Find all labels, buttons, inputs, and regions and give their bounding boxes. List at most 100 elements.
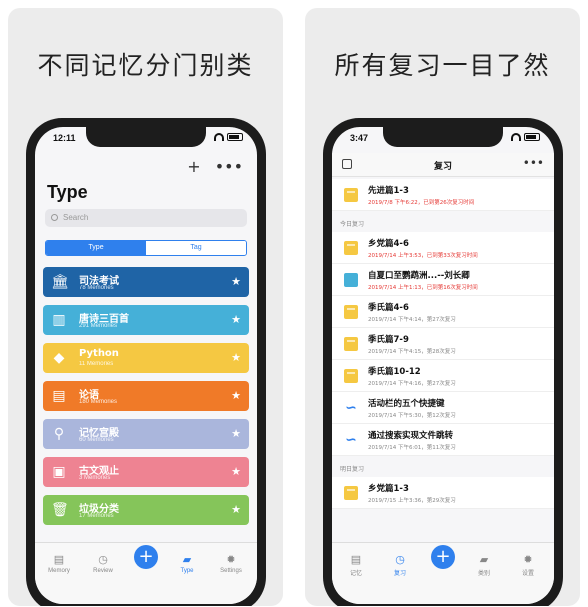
- wifi-icon: [511, 133, 521, 141]
- segmented-control: Type Tag: [45, 240, 247, 256]
- type-card[interactable]: 🏛 司法考试 78 Memories ★: [43, 267, 249, 297]
- item-title: 季氏篇10-12: [368, 367, 421, 377]
- memory-icon: ▤: [53, 554, 65, 566]
- add-button[interactable]: +: [431, 545, 455, 569]
- clock-icon: ◷: [395, 554, 405, 566]
- item-title: 通过搜索实现文件跳转: [368, 431, 454, 441]
- trash-icon: 🗑: [51, 502, 69, 518]
- right-headline: 所有复习一目了然: [334, 51, 551, 80]
- review-item[interactable]: 季氏篇7-9 2019/7/14 下午4:15，第28次复习: [332, 328, 554, 360]
- item-subtitle: 2019/7/15 上午3:36，第29次复习: [368, 498, 456, 504]
- star-icon[interactable]: ★: [231, 313, 241, 326]
- gear-icon: ✹: [523, 554, 533, 566]
- card-subtitle: 291 Memories: [79, 323, 118, 329]
- section-today: 今日复习: [340, 221, 365, 228]
- item-title: 活动栏的五个快捷键: [368, 399, 445, 409]
- page-title: Type: [47, 182, 88, 202]
- type-card[interactable]: ▣ 古文观止 3 Memories ★: [43, 457, 249, 487]
- link-icon: ∽: [345, 432, 357, 448]
- bank-icon: 🏛: [51, 274, 69, 290]
- review-item[interactable]: ∽ 活动栏的五个快捷键 2019/7/14 下午5:30，第12次复习: [332, 392, 554, 424]
- item-subtitle: 2019/7/14 下午6:01，第11次复习: [368, 445, 456, 451]
- folder-icon: [344, 241, 358, 255]
- card-subtitle: 3 Memories: [79, 475, 111, 481]
- star-icon[interactable]: ★: [231, 351, 241, 364]
- item-title: 季氏篇4-6: [368, 303, 409, 313]
- review-title: 复习: [433, 162, 452, 172]
- notch: [383, 127, 503, 147]
- star-icon[interactable]: ★: [231, 427, 241, 440]
- python-icon: ◆: [53, 350, 65, 366]
- more-icon[interactable]: •••: [215, 157, 243, 176]
- review-item[interactable]: 季氏篇10-12 2019/7/14 下午4:16，第27次复习: [332, 360, 554, 392]
- star-icon[interactable]: ★: [231, 275, 241, 288]
- folder-icon: ▰: [182, 554, 192, 566]
- folder-icon: ▰: [479, 554, 489, 566]
- book-icon: [344, 273, 358, 287]
- folder-icon: [344, 486, 358, 500]
- tab-review[interactable]: ◷ 复习: [378, 553, 422, 577]
- star-icon[interactable]: ★: [231, 503, 241, 516]
- type-card[interactable]: ▥ 唐诗三百首 291 Memories ★: [43, 305, 249, 335]
- segment-type[interactable]: Type: [46, 241, 146, 255]
- review-item[interactable]: 自夏口至鹦鹉洲...--刘长卿 2019/7/14 上午1:13，已到第16次复习…: [332, 264, 554, 296]
- item-subtitle: 2019/7/14 下午4:14，第27次复习: [368, 317, 456, 323]
- review-item[interactable]: 乡党篇1-3 2019/7/15 上午3:36，第29次复习: [332, 477, 554, 509]
- review-header: 复习 •••: [332, 153, 554, 177]
- card-subtitle: 17 Memories: [79, 513, 114, 519]
- image-icon: ▣: [52, 464, 66, 480]
- item-subtitle: 2019/7/14 上午1:13，已到第16次复习时间: [368, 285, 478, 291]
- tab-type[interactable]: ▰ Type: [165, 553, 209, 574]
- type-card-list: 🏛 司法考试 78 Memories ★ ▥ 唐诗三百首 291 Memories ★ ◆ Pyt…: [43, 267, 249, 533]
- status-time: 12:11: [53, 133, 76, 143]
- search-icon: [51, 214, 58, 221]
- card-subtitle: 180 Memories: [79, 399, 118, 405]
- add-button[interactable]: +: [134, 545, 158, 569]
- folder-icon: [344, 337, 358, 351]
- search-input[interactable]: Search: [45, 209, 247, 227]
- link-icon: ∽: [345, 400, 357, 416]
- review-item[interactable]: 先进篇1-3 2019/7/8 下午6:22，已到第26次复习时间: [332, 179, 554, 211]
- left-screen: 12:11 + ••• Type Search Type Tag 🏛 司法考试 78…: [35, 127, 257, 604]
- tab-type[interactable]: ▰ 类别: [462, 553, 506, 577]
- review-item[interactable]: 乡党篇4-6 2019/7/14 上午3:53，已到第33次复习时间: [332, 232, 554, 264]
- review-item[interactable]: 季氏篇4-6 2019/7/14 下午4:14，第27次复习: [332, 296, 554, 328]
- tab-bar: + ▤ Memory ◷ Review ▰ Type ✹ Settings: [35, 542, 257, 604]
- type-card[interactable]: ◆ Python 11 Memories ★: [43, 343, 249, 373]
- tab-review[interactable]: ◷ Review: [81, 553, 125, 574]
- left-phone: 12:11 + ••• Type Search Type Tag 🏛 司法考试 78…: [26, 118, 266, 606]
- review-list: 先进篇1-3 2019/7/8 下午6:22，已到第26次复习时间 今日复习 乡…: [332, 179, 554, 509]
- tablet-icon: ▤: [52, 388, 66, 404]
- type-card[interactable]: ▤ 论语 180 Memories ★: [43, 381, 249, 411]
- tab-memory[interactable]: ▤ 记忆: [334, 553, 378, 577]
- star-icon[interactable]: ★: [231, 465, 241, 478]
- type-card[interactable]: 🗑 垃圾分类 17 Memories ★: [43, 495, 249, 525]
- add-icon[interactable]: +: [187, 157, 200, 176]
- folder-icon: [344, 305, 358, 319]
- card-subtitle: 11 Memories: [79, 361, 114, 367]
- item-title: 乡党篇1-3: [368, 484, 409, 494]
- more-icon[interactable]: •••: [523, 156, 544, 170]
- review-item[interactable]: ∽ 通过搜索实现文件跳转 2019/7/14 下午6:01，第11次复习: [332, 424, 554, 456]
- search-placeholder: Search: [63, 213, 89, 222]
- star-icon[interactable]: ★: [231, 389, 241, 402]
- pin-icon: ⚲: [53, 426, 65, 442]
- item-title: 自夏口至鹦鹉洲...--刘长卿: [368, 271, 470, 281]
- section-tomorrow: 明日复习: [340, 466, 365, 473]
- right-promo-panel: 所有复习一目了然 3:47 复习 ••• 先进篇1-3 2019/7/8 下午6…: [305, 8, 580, 606]
- left-headline: 不同记忆分门别类: [37, 51, 254, 80]
- folder-icon: [344, 188, 358, 202]
- gear-icon: ✹: [226, 554, 236, 566]
- tab-bar: + ▤ 记忆 ◷ 复习 ▰ 类别 ✹ 设置: [332, 542, 554, 604]
- item-subtitle: 2019/7/14 下午5:30，第12次复习: [368, 413, 456, 419]
- tab-memory[interactable]: ▤ Memory: [37, 553, 81, 574]
- card-subtitle: 78 Memories: [79, 285, 114, 291]
- type-card[interactable]: ⚲ 记忆宫殿 60 Memories ★: [43, 419, 249, 449]
- item-title: 乡党篇4-6: [368, 239, 409, 249]
- tab-settings[interactable]: ✹ 设置: [506, 553, 550, 577]
- tab-settings[interactable]: ✹ Settings: [209, 553, 253, 574]
- item-title: 季氏篇7-9: [368, 335, 409, 345]
- segment-tag[interactable]: Tag: [146, 241, 246, 255]
- right-screen: 3:47 复习 ••• 先进篇1-3 2019/7/8 下午6:22，已到第26…: [332, 127, 554, 604]
- folder-icon: [344, 369, 358, 383]
